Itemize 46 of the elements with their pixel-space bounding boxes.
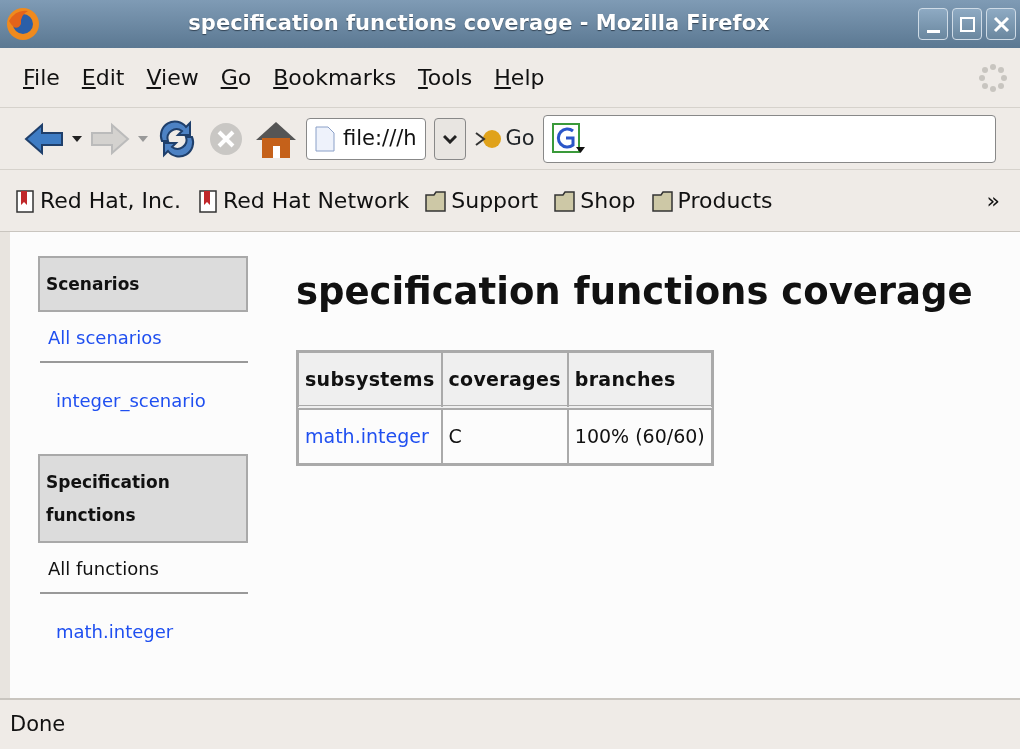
menu-item[interactable]: Help	[483, 61, 556, 94]
column-header: branches	[567, 351, 712, 409]
search-field[interactable]	[542, 114, 996, 163]
bookmark-item[interactable]: Support	[425, 184, 547, 217]
page-title: specification functions coverage	[296, 269, 973, 315]
caret-icon	[138, 135, 148, 142]
search-engine-icon[interactable]	[551, 122, 586, 155]
table-cell: 100% (60/60)	[567, 409, 712, 464]
sidebar-heading: Specification functions	[38, 454, 248, 543]
more-bookmarks-button[interactable]: »	[980, 184, 1006, 217]
folder-icon	[425, 188, 448, 213]
menu-item[interactable]: Edit	[70, 61, 136, 94]
go-icon	[473, 127, 502, 150]
sidebar-link[interactable]: integer_scenario	[56, 390, 206, 412]
sidebar-link[interactable]: All functions	[48, 557, 159, 579]
go-button[interactable]: Go	[473, 122, 535, 155]
bookmark-icon	[14, 188, 36, 213]
menu-item[interactable]: Go	[209, 61, 263, 94]
sidebar-link[interactable]: math.integer	[56, 620, 174, 642]
bookmark-icon	[196, 188, 219, 213]
page-icon	[315, 125, 335, 152]
menu-item[interactable]: File	[12, 61, 71, 94]
menu-item[interactable]: Bookmarks	[262, 61, 408, 94]
throbber-icon	[978, 62, 1008, 93]
sidebar-heading: Scenarios	[38, 256, 248, 313]
column-header: coverages	[441, 351, 568, 409]
menu-item[interactable]: View	[135, 61, 210, 94]
bookmark-item[interactable]: Products	[651, 184, 781, 217]
address-field[interactable]: file:///h	[306, 117, 426, 160]
back-icon[interactable]	[24, 121, 64, 156]
folder-icon	[651, 188, 674, 213]
status-text: Done	[10, 710, 66, 738]
bookmark-item[interactable]: Shop	[554, 184, 644, 217]
folder-icon	[554, 188, 577, 213]
caret-icon[interactable]	[72, 135, 82, 142]
dropdown-button[interactable]	[433, 117, 466, 160]
chevron-down-icon	[442, 133, 457, 144]
column-header: subsystems	[298, 351, 442, 409]
firefox-icon	[6, 7, 40, 41]
menu-item[interactable]: Tools	[407, 61, 484, 94]
table-cell: C	[441, 409, 568, 464]
forward-icon	[90, 121, 130, 156]
bookmark-item[interactable]: Red Hat Network	[196, 184, 418, 217]
bookmark-item[interactable]: Red Hat, Inc.	[14, 184, 189, 217]
sidebar-link[interactable]: All scenarios	[48, 327, 162, 349]
window-title: specification functions coverage - Mozilla Firefox	[187, 10, 771, 38]
